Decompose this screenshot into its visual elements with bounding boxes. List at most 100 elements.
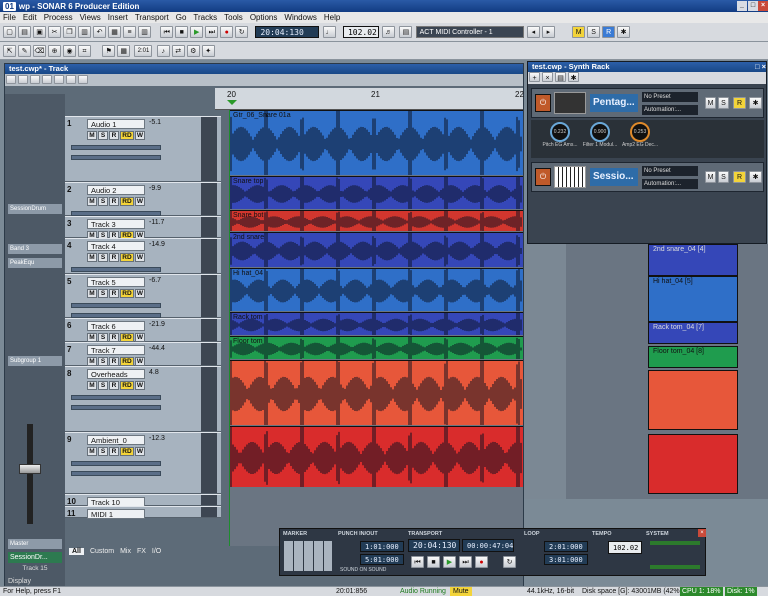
menu-transport[interactable]: Transport xyxy=(135,13,169,22)
read-icon-2[interactable]: R xyxy=(733,171,746,183)
mute-tool-icon[interactable] xyxy=(30,74,40,84)
track-name-field[interactable]: Overheads xyxy=(87,369,145,379)
solo-button[interactable]: S xyxy=(98,333,108,342)
solo-button[interactable]: S xyxy=(98,197,108,206)
zoom-icon[interactable]: ⊕ xyxy=(48,45,61,57)
undo-icon[interactable]: ↶ xyxy=(93,26,106,38)
transport-rewind-icon[interactable]: ⏮ xyxy=(411,556,424,568)
clip-rack-tom-04[interactable]: Rack tom_04 [7] xyxy=(648,322,738,344)
transport-close-icon[interactable]: × xyxy=(698,529,706,537)
now-marker-icon[interactable] xyxy=(227,100,237,110)
write-button[interactable]: W xyxy=(135,131,145,140)
track-header-5[interactable]: 5 Track 5 -6.7 M S R RD W xyxy=(65,274,221,318)
delete-synth-icon[interactable]: × xyxy=(542,72,553,82)
clip-track-9[interactable] xyxy=(229,426,523,487)
zoom-tool-icon[interactable] xyxy=(42,74,52,84)
cut-icon[interactable]: ✂ xyxy=(48,26,61,38)
inspector-session[interactable]: SessionDrum xyxy=(8,204,62,214)
track-header-8[interactable]: 8 Overheads 4.8 M S R RD W xyxy=(65,366,221,432)
menu-edit[interactable]: Edit xyxy=(23,13,37,22)
read-button[interactable]: RD xyxy=(120,333,134,342)
fx-icon[interactable]: ✦ xyxy=(201,45,215,57)
arm-button[interactable]: R xyxy=(109,447,119,456)
stop-icon[interactable]: ■ xyxy=(175,26,189,38)
track-header-1[interactable]: 1 Audio 1 -5.1 M S R RD W xyxy=(65,116,221,182)
maximize-button[interactable]: □ xyxy=(748,1,758,11)
menu-process[interactable]: Process xyxy=(44,13,73,22)
volume-slider[interactable] xyxy=(71,303,161,308)
time-ruler[interactable]: 20 21 22 xyxy=(215,88,524,110)
read-button[interactable]: RD xyxy=(120,447,134,456)
track-name-field[interactable]: Audio 2 xyxy=(87,185,145,195)
power-icon-2[interactable]: ⏻ xyxy=(535,168,551,186)
synth-instance-1[interactable]: ⏻ Pentag... No Preset Automation:... M S… xyxy=(531,88,764,118)
prev-icon[interactable]: ◂ xyxy=(526,26,540,38)
read-icon-1[interactable]: R xyxy=(733,97,746,109)
preset-select-2[interactable]: No Preset xyxy=(642,166,698,176)
tab-fx[interactable]: FX xyxy=(137,548,146,555)
erase-icon[interactable]: ⌫ xyxy=(33,45,46,57)
controller-select[interactable]: ACT MIDI Controller - 1 xyxy=(415,26,524,38)
clip-track-2[interactable]: Snare top xyxy=(229,176,523,209)
mute-icon-1[interactable]: M xyxy=(705,97,716,109)
menu-go[interactable]: Go xyxy=(176,13,187,22)
menu-windows[interactable]: Windows xyxy=(284,13,316,22)
pencil-tool-icon[interactable] xyxy=(18,74,28,84)
controller-icon[interactable]: ▤ xyxy=(399,26,413,38)
close-button[interactable]: × xyxy=(758,1,768,11)
solo-button[interactable]: S xyxy=(98,357,108,366)
solo-button[interactable]: S xyxy=(98,131,108,140)
clip-ambient-right[interactable] xyxy=(648,434,738,494)
tempo-display[interactable]: 102.02 xyxy=(608,541,642,554)
read-button[interactable]: RD xyxy=(120,253,134,262)
track-name-field[interactable]: Audio 1 xyxy=(87,119,145,129)
select-tool-icon[interactable] xyxy=(6,75,16,84)
arm-button[interactable]: R xyxy=(109,381,119,390)
tab-io[interactable]: I/O xyxy=(152,548,161,555)
volume-slider[interactable] xyxy=(71,267,161,272)
piano-icon[interactable]: ▥ xyxy=(138,26,151,38)
pan-slider[interactable] xyxy=(71,155,161,160)
view-icon[interactable]: ▦ xyxy=(108,26,121,38)
read-button[interactable]: RD xyxy=(120,131,134,140)
region-fx-icon[interactable] xyxy=(54,74,64,84)
arm-button[interactable]: R xyxy=(109,333,119,342)
select-icon[interactable]: ⇱ xyxy=(3,45,16,57)
automation-select-2[interactable]: Automation:... xyxy=(642,179,698,189)
save-icon[interactable]: ▣ xyxy=(33,26,46,38)
track-header-4[interactable]: 4 Track 4 -14.9 M S R RD W xyxy=(65,238,221,274)
inspector-master[interactable]: Master xyxy=(8,539,62,549)
clip-2nd-snare-04[interactable]: 2nd snare_04 [4] xyxy=(648,244,738,276)
track-header-7[interactable]: 7 Track 7 -44.4 M S R RD W xyxy=(65,342,221,366)
read-button[interactable]: RD xyxy=(120,197,134,206)
track-header-6[interactable]: 6 Track 6 -21.9 M S R RD W xyxy=(65,318,221,342)
minimize-button[interactable]: _ xyxy=(737,1,747,11)
punch-in-time[interactable]: 1:01:000 xyxy=(360,541,404,552)
solo-icon-1[interactable]: S xyxy=(718,97,729,109)
global-arm-button[interactable]: R xyxy=(602,26,616,38)
arm-button[interactable]: R xyxy=(109,289,119,298)
power-icon[interactable]: ⏻ xyxy=(535,94,551,112)
mute-button[interactable]: M xyxy=(87,131,97,140)
write-button[interactable]: W xyxy=(135,289,145,298)
synth-fx-icon[interactable]: ✱ xyxy=(568,72,579,82)
menu-tracks[interactable]: Tracks xyxy=(193,13,217,22)
transport-end-icon[interactable]: ⏭ xyxy=(459,556,472,568)
quantize-icon[interactable]: ♪ xyxy=(156,45,170,57)
read-button[interactable]: RD xyxy=(120,357,134,366)
transport-smpte[interactable]: 00:00:47:04 xyxy=(462,539,514,552)
end-icon[interactable]: ⏭ xyxy=(205,26,219,38)
volume-slider[interactable] xyxy=(71,461,161,466)
snap-value[interactable]: 2:01 xyxy=(134,45,153,57)
pan-slider[interactable] xyxy=(71,405,161,410)
paste-icon[interactable]: ▥ xyxy=(78,26,91,38)
clip-track-5[interactable]: Hi hat_04 xyxy=(229,268,523,311)
global-mute-button[interactable]: M xyxy=(572,26,586,38)
tempo-icon[interactable]: ♬ xyxy=(382,26,396,38)
loop-icon[interactable]: ↻ xyxy=(235,26,249,38)
solo-button[interactable]: S xyxy=(98,381,108,390)
tab-all[interactable]: All xyxy=(69,548,84,555)
transport-stop-icon[interactable]: ■ xyxy=(427,556,440,568)
transport-loop-icon[interactable]: ↻ xyxy=(503,556,516,568)
punch-out-time[interactable]: 5:01:000 xyxy=(360,554,404,565)
